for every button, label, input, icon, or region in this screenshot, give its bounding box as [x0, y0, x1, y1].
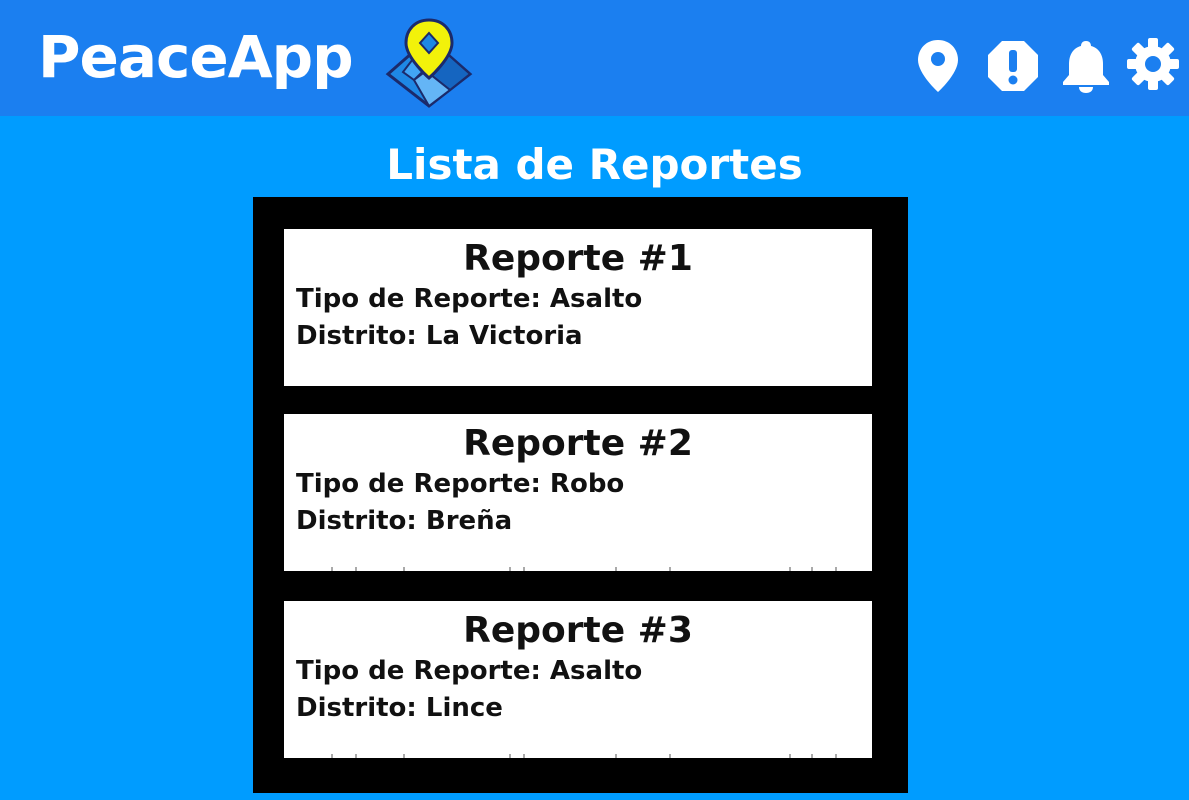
- report-card-1[interactable]: Reporte #1 Tipo de Reporte: Asalto Distr…: [284, 229, 872, 386]
- top-bar: PeaceApp: [0, 0, 1189, 116]
- report-district: Distrito: Breña: [296, 506, 513, 536]
- report-type: Tipo de Reporte: Robo: [296, 469, 625, 499]
- app-name: PeaceApp: [38, 23, 354, 91]
- settings-icon[interactable]: [1126, 36, 1180, 92]
- card-divider: [331, 567, 837, 571]
- report-card-2[interactable]: Reporte #2 Tipo de Reporte: Robo Distrit…: [284, 414, 872, 571]
- page-title: Lista de Reportes: [386, 140, 803, 189]
- report-district: Distrito: La Victoria: [296, 321, 583, 351]
- report-list[interactable]: Reporte #1 Tipo de Reporte: Asalto Distr…: [253, 197, 908, 793]
- brand[interactable]: PeaceApp: [38, 22, 354, 92]
- map-pin-logo-icon: [385, 18, 473, 108]
- report-district: Distrito: Lince: [296, 693, 503, 723]
- report-card-3[interactable]: Reporte #3 Tipo de Reporte: Asalto Distr…: [284, 601, 872, 758]
- report-title: Reporte #3: [463, 610, 693, 651]
- card-divider: [331, 754, 837, 758]
- report-type: Tipo de Reporte: Asalto: [296, 656, 643, 686]
- report-title: Reporte #2: [463, 423, 693, 464]
- notification-icon[interactable]: [1060, 38, 1112, 94]
- report-title: Reporte #1: [463, 238, 693, 279]
- report-type: Tipo de Reporte: Asalto: [296, 284, 643, 314]
- location-icon[interactable]: [912, 38, 964, 94]
- alert-icon[interactable]: [986, 38, 1040, 94]
